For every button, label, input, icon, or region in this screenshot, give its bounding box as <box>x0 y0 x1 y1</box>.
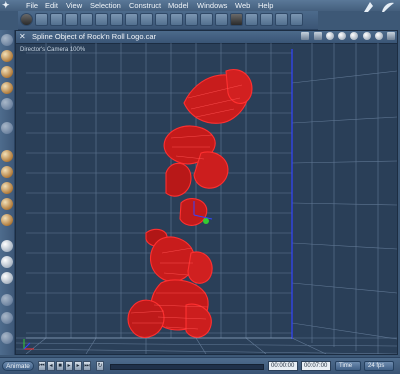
next-key-button[interactable]: ▸ <box>74 361 82 371</box>
swoosh-icon <box>382 2 394 12</box>
torus-tool-icon[interactable] <box>80 13 93 26</box>
current-time-field[interactable]: 00:00:00 <box>268 361 298 371</box>
cube-tool-icon[interactable] <box>35 13 48 26</box>
render-quality-icon[interactable] <box>350 32 359 40</box>
menu-help[interactable]: Help <box>258 1 273 10</box>
plane-tool-icon[interactable] <box>95 13 108 26</box>
3d-viewport[interactable]: ✕ Spline Object of Rock'n Roll Logo.car <box>15 30 398 355</box>
sphere-tool-icon[interactable] <box>20 13 33 26</box>
menu-web[interactable]: Web <box>235 1 250 10</box>
play-button[interactable]: ▸ <box>65 361 73 371</box>
scale-tool-icon[interactable] <box>1 82 13 94</box>
grid-toggle-icon[interactable] <box>301 32 310 40</box>
camera-icon[interactable] <box>374 32 383 40</box>
move-xy-tool-icon[interactable] <box>1 150 13 162</box>
preview-icon[interactable] <box>338 32 347 40</box>
group-tool-icon[interactable] <box>170 13 183 26</box>
top-toolbar <box>18 11 318 30</box>
timeline-slider[interactable] <box>110 364 264 370</box>
scene-canvas[interactable]: Director's Camera 100% <box>16 43 397 354</box>
first-frame-button[interactable]: ⏮ <box>38 361 46 371</box>
left-toolbar <box>0 30 15 355</box>
right-wall-grid <box>291 43 397 354</box>
wireframe-logo[interactable] <box>127 69 253 338</box>
camera-label: Director's Camera 100% <box>20 47 86 53</box>
move-tool-icon[interactable] <box>1 50 13 62</box>
last-frame-button[interactable]: ⏭ <box>83 361 91 371</box>
move-z-tool-icon[interactable] <box>1 166 13 178</box>
paint-tool-icon[interactable] <box>260 13 273 26</box>
zoom-magnifier-icon[interactable] <box>1 272 13 284</box>
rotate-x-tool-icon[interactable] <box>1 182 13 194</box>
material-tool-icon[interactable] <box>245 13 258 26</box>
prev-key-button[interactable]: ◂ <box>47 361 55 371</box>
extrude-tool-icon[interactable] <box>215 13 228 26</box>
eyedropper-icon[interactable] <box>1 312 13 324</box>
gizmo-handle[interactable] <box>203 218 209 224</box>
menu-windows[interactable]: Windows <box>197 1 227 10</box>
text-tool-icon[interactable] <box>125 13 138 26</box>
viewport-controls <box>299 32 395 42</box>
close-icon[interactable]: ✕ <box>19 32 26 41</box>
stop-button[interactable]: ■ <box>56 361 64 371</box>
light-tool-icon[interactable] <box>140 13 153 26</box>
shading-icon[interactable] <box>325 32 334 40</box>
camera-view-icon[interactable] <box>1 240 13 252</box>
viewport-title: Spline Object of Rock'n Roll Logo.car <box>32 32 156 41</box>
cone-tool-icon[interactable] <box>65 13 78 26</box>
end-time-field[interactable]: 00:07:00 <box>301 361 331 371</box>
magnet-icon[interactable] <box>1 332 13 344</box>
menu-selection[interactable]: Selection <box>90 1 121 10</box>
menu-construct[interactable]: Construct <box>129 1 161 10</box>
loop-button[interactable]: ↻ <box>96 361 104 371</box>
render-tool-icon[interactable] <box>230 13 243 26</box>
menu-view[interactable]: View <box>66 1 82 10</box>
camera-tool-icon[interactable] <box>155 13 168 26</box>
time-mode-select[interactable]: Time <box>335 361 361 371</box>
select-tool-icon[interactable] <box>1 34 13 46</box>
floor-grid <box>16 337 397 354</box>
rotate-tool-icon[interactable] <box>1 66 13 78</box>
brand-icons <box>364 2 394 12</box>
cylinder-tool-icon[interactable] <box>50 13 63 26</box>
menu-edit[interactable]: Edit <box>45 1 58 10</box>
spline-tool-icon[interactable] <box>110 13 123 26</box>
maximize-icon[interactable] <box>387 32 395 40</box>
menu-bar: ✦ File Edit View Selection Construct Mod… <box>0 0 400 11</box>
animate-button[interactable]: Animate <box>2 361 34 371</box>
rotate-z-tool-icon[interactable] <box>1 214 13 226</box>
leaf-icon <box>364 2 373 12</box>
playback-bar: Animate ⏮ ◂ ■ ▸ ▸ ⏭ ↻ 00:00:00 00:07:00 … <box>0 357 400 374</box>
brush-tool-icon[interactable] <box>275 13 288 26</box>
app-logo-icon: ✦ <box>2 0 10 10</box>
scale-uniform-tool-icon[interactable] <box>1 98 13 110</box>
rotate-y-tool-icon[interactable] <box>1 198 13 210</box>
axis-indicator <box>23 339 34 350</box>
layout-icon[interactable] <box>313 32 322 40</box>
marquee-select-icon[interactable] <box>1 294 13 306</box>
pan-hand-icon[interactable] <box>1 256 13 268</box>
scene-tool-icon[interactable] <box>290 13 303 26</box>
menu-model[interactable]: Model <box>168 1 188 10</box>
boolean-tool-icon[interactable] <box>185 13 198 26</box>
lathe-tool-icon[interactable] <box>200 13 213 26</box>
lights-icon[interactable] <box>362 32 371 40</box>
link-tool-icon[interactable] <box>1 122 13 134</box>
menu-file[interactable]: File <box>26 1 38 10</box>
fps-select[interactable]: 24 fps <box>364 361 394 371</box>
